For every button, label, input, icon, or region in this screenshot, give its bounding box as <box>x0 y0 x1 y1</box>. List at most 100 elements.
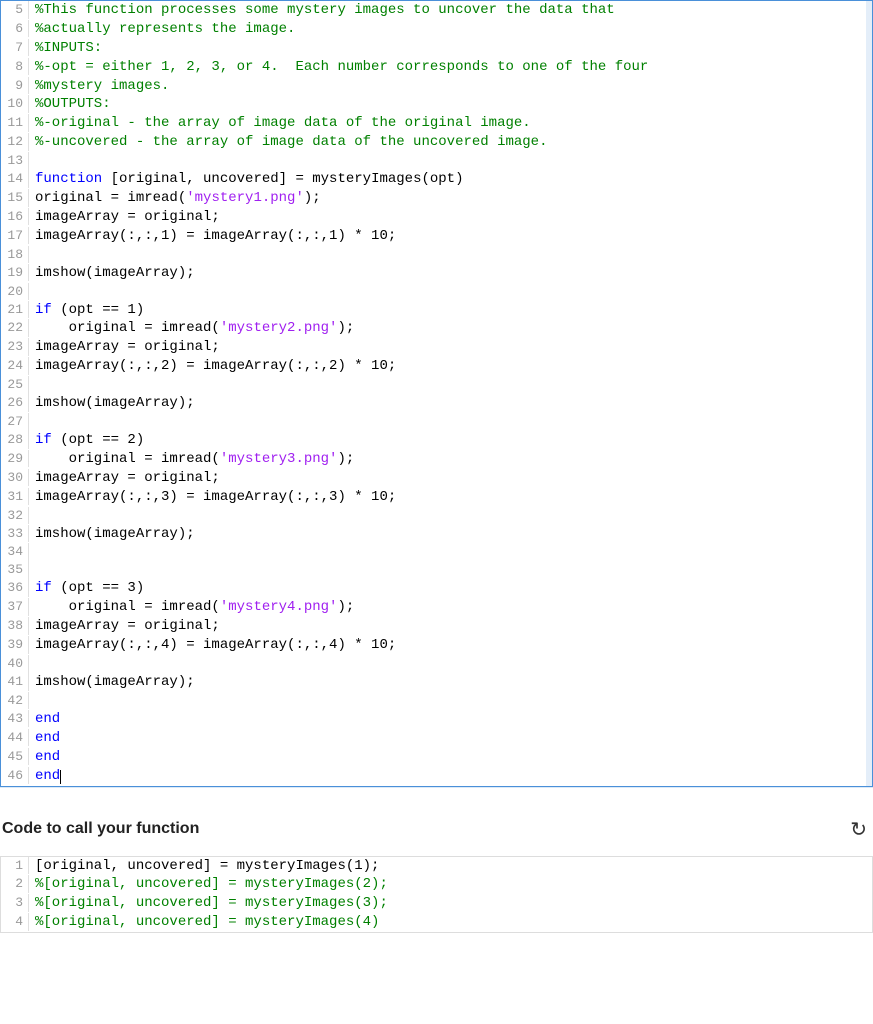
editor-line[interactable]: 8%-opt = either 1, 2, 3, or 4. Each numb… <box>1 58 872 77</box>
editor-line[interactable]: 32 <box>1 507 872 525</box>
line-number: 5 <box>1 1 29 19</box>
code-token: %INPUTS: <box>35 40 102 56</box>
code-content[interactable]: imageArray(:,:,4) = imageArray(:,:,4) * … <box>29 636 872 655</box>
code-content[interactable]: if (opt == 2) <box>29 431 872 450</box>
code-content[interactable]: imageArray = original; <box>29 469 872 488</box>
call-line[interactable]: 1[original, uncovered] = mysteryImages(1… <box>1 857 872 876</box>
editor-line[interactable]: 39imageArray(:,:,4) = imageArray(:,:,4) … <box>1 636 872 655</box>
code-content[interactable]: end <box>29 748 872 767</box>
code-token: ); <box>304 190 321 206</box>
code-content[interactable]: %This function processes some mystery im… <box>29 1 872 20</box>
code-content[interactable]: %mystery images. <box>29 77 872 96</box>
code-content[interactable]: %OUTPUTS: <box>29 95 872 114</box>
editor-line[interactable]: 19imshow(imageArray); <box>1 264 872 283</box>
code-content[interactable]: imageArray = original; <box>29 208 872 227</box>
editor-line[interactable]: 25 <box>1 376 872 394</box>
editor-line[interactable]: 23imageArray = original; <box>1 338 872 357</box>
code-content[interactable]: %[original, uncovered] = mysteryImages(4… <box>29 913 872 932</box>
code-content[interactable]: end <box>29 767 872 786</box>
editor-line[interactable]: 37 original = imread('mystery4.png'); <box>1 598 872 617</box>
editor-line[interactable]: 40 <box>1 655 872 673</box>
editor-line[interactable]: 38imageArray = original; <box>1 617 872 636</box>
function-code-editor[interactable]: 5 %This function processes some mystery i… <box>0 0 873 787</box>
code-token: ); <box>337 320 354 336</box>
editor-line[interactable]: 33imshow(imageArray); <box>1 525 872 544</box>
editor-line[interactable]: 5 %This function processes some mystery i… <box>1 1 872 20</box>
line-number: 10 <box>1 95 29 113</box>
line-number: 40 <box>1 655 29 673</box>
editor-line[interactable]: 42 <box>1 692 872 710</box>
text-cursor <box>60 770 61 784</box>
call-line[interactable]: 3%[original, uncovered] = mysteryImages(… <box>1 894 872 913</box>
editor-line[interactable]: 7%INPUTS: <box>1 39 872 58</box>
code-content[interactable]: end <box>29 710 872 729</box>
code-content[interactable]: if (opt == 3) <box>29 579 872 598</box>
editor-line[interactable]: 14function [original, uncovered] = myste… <box>1 170 872 189</box>
line-number: 4 <box>1 913 29 931</box>
code-content[interactable]: %[original, uncovered] = mysteryImages(2… <box>29 875 872 894</box>
code-content[interactable]: imageArray(:,:,1) = imageArray(:,:,1) * … <box>29 227 872 246</box>
editor-line[interactable]: 45end <box>1 748 872 767</box>
editor-line[interactable]: 13 <box>1 152 872 170</box>
code-content[interactable]: imshow(imageArray); <box>29 264 872 283</box>
code-content[interactable]: %[original, uncovered] = mysteryImages(3… <box>29 894 872 913</box>
code-content[interactable]: imageArray(:,:,3) = imageArray(:,:,3) * … <box>29 488 872 507</box>
editor-line[interactable]: 12%-uncovered - the array of image data … <box>1 133 872 152</box>
code-content[interactable]: original = imread('mystery3.png'); <box>29 450 872 469</box>
editor-line[interactable]: 21if (opt == 1) <box>1 301 872 320</box>
editor-line[interactable]: 10%OUTPUTS: <box>1 95 872 114</box>
editor-line[interactable]: 26imshow(imageArray); <box>1 394 872 413</box>
editor-line[interactable]: 46end <box>1 767 872 786</box>
line-number: 21 <box>1 301 29 319</box>
editor-line[interactable]: 11%-original - the array of image data o… <box>1 114 872 133</box>
editor-line[interactable]: 30imageArray = original; <box>1 469 872 488</box>
code-content[interactable]: [original, uncovered] = mysteryImages(1)… <box>29 857 872 876</box>
code-content[interactable]: end <box>29 729 872 748</box>
editor-line[interactable]: 36if (opt == 3) <box>1 579 872 598</box>
code-content[interactable]: function [original, uncovered] = mystery… <box>29 170 872 189</box>
code-content[interactable]: %INPUTS: <box>29 39 872 58</box>
editor-line[interactable]: 9%mystery images. <box>1 77 872 96</box>
editor-line[interactable]: 20 <box>1 283 872 301</box>
editor-line[interactable]: 35 <box>1 561 872 579</box>
code-content[interactable]: imageArray(:,:,2) = imageArray(:,:,2) * … <box>29 357 872 376</box>
editor-line[interactable]: 22 original = imread('mystery2.png'); <box>1 319 872 338</box>
code-content[interactable]: original = imread('mystery2.png'); <box>29 319 872 338</box>
code-content[interactable]: %actually represents the image. <box>29 20 872 39</box>
code-content[interactable]: imshow(imageArray); <box>29 394 872 413</box>
editor-line[interactable]: 16imageArray = original; <box>1 208 872 227</box>
editor-line[interactable]: 28if (opt == 2) <box>1 431 872 450</box>
call-code-editor[interactable]: 1[original, uncovered] = mysteryImages(1… <box>0 856 873 934</box>
editor-line[interactable]: 18 <box>1 246 872 264</box>
code-token: %This function processes some mystery im… <box>35 2 615 18</box>
code-token: original = imread( <box>35 451 220 467</box>
editor-line[interactable]: 44end <box>1 729 872 748</box>
reset-icon[interactable]: ↻ <box>850 817 871 842</box>
code-content[interactable]: imageArray = original; <box>29 338 872 357</box>
code-token: 'mystery3.png' <box>220 451 338 467</box>
editor-line[interactable]: 24imageArray(:,:,2) = imageArray(:,:,2) … <box>1 357 872 376</box>
code-content[interactable]: imshow(imageArray); <box>29 525 872 544</box>
editor-line[interactable]: 43end <box>1 710 872 729</box>
editor-line[interactable]: 41imshow(imageArray); <box>1 673 872 692</box>
code-content[interactable]: if (opt == 1) <box>29 301 872 320</box>
editor-line[interactable]: 17imageArray(:,:,1) = imageArray(:,:,1) … <box>1 227 872 246</box>
code-content[interactable]: original = imread('mystery4.png'); <box>29 598 872 617</box>
editor-line[interactable]: 15original = imread('mystery1.png'); <box>1 189 872 208</box>
call-line[interactable]: 2%[original, uncovered] = mysteryImages(… <box>1 875 872 894</box>
editor-line[interactable]: 6%actually represents the image. <box>1 20 872 39</box>
code-content[interactable]: %-uncovered - the array of image data of… <box>29 133 872 152</box>
editor-line[interactable]: 31imageArray(:,:,3) = imageArray(:,:,3) … <box>1 488 872 507</box>
code-content[interactable]: %-opt = either 1, 2, 3, or 4. Each numbe… <box>29 58 872 77</box>
editor-line[interactable]: 27 <box>1 413 872 431</box>
code-token: %[original, uncovered] = mysteryImages(2… <box>35 876 388 892</box>
call-line[interactable]: 4 %[original, uncovered] = mysteryImages(… <box>1 913 872 932</box>
code-token: %[original, uncovered] = mysteryImages(4… <box>35 914 379 930</box>
code-content[interactable]: imageArray = original; <box>29 617 872 636</box>
code-content[interactable]: imshow(imageArray); <box>29 673 872 692</box>
code-content[interactable]: %-original - the array of image data of … <box>29 114 872 133</box>
editor-line[interactable]: 29 original = imread('mystery3.png'); <box>1 450 872 469</box>
code-content[interactable]: original = imread('mystery1.png'); <box>29 189 872 208</box>
editor-line[interactable]: 34 <box>1 543 872 561</box>
line-number: 14 <box>1 170 29 188</box>
